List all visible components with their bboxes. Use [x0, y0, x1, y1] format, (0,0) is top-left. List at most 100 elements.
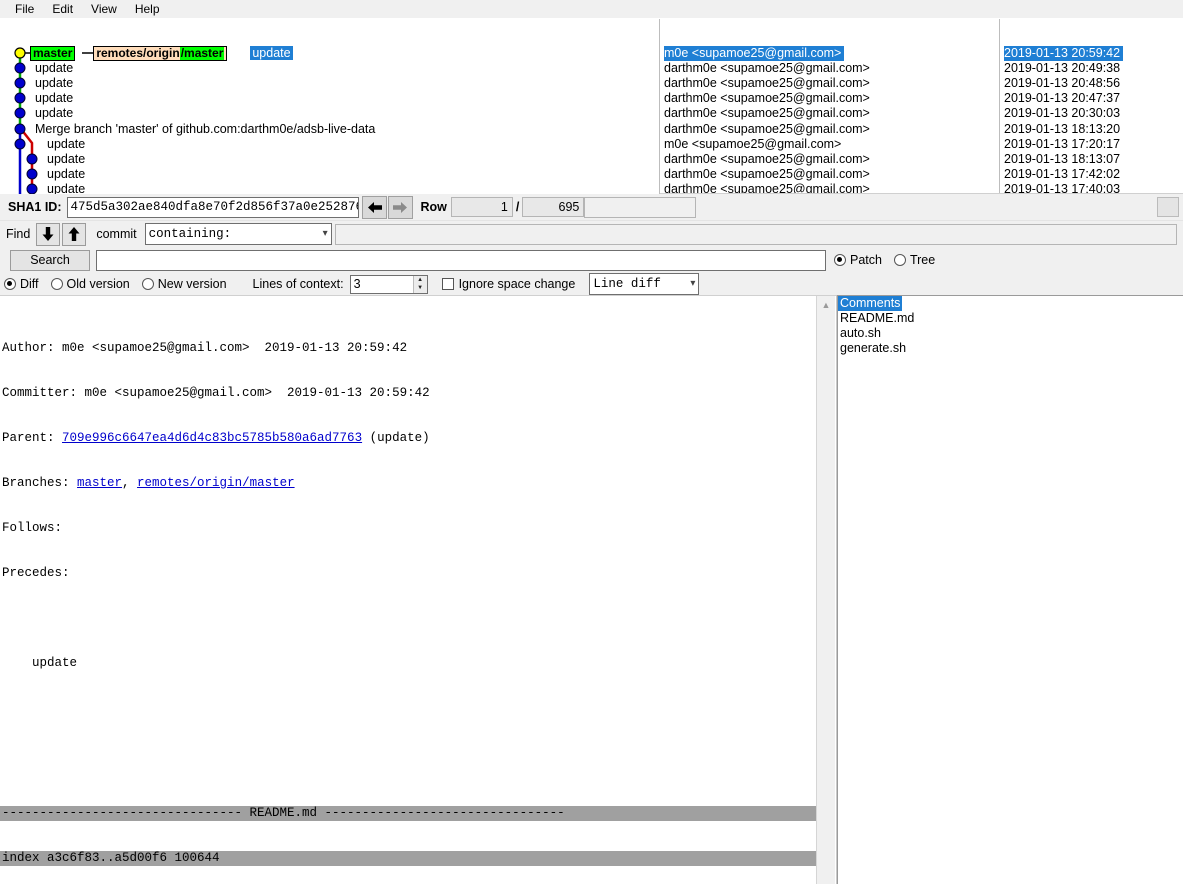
sha-extra-field[interactable] [584, 196, 697, 218]
commit-date[interactable]: 2019-01-13 20:59:42 [1004, 46, 1124, 61]
diff-options-toolbar: Diff Old version New version Lines of co… [0, 273, 1183, 295]
commit-author[interactable]: darthm0e <supamoe25@gmail.com> [664, 122, 870, 137]
find-mode-value: containing: [148, 227, 232, 241]
commit-date[interactable]: 2019-01-13 17:42:02 [1004, 167, 1120, 182]
stepper-up-icon[interactable]: ▲ [413, 275, 427, 284]
commit-author[interactable]: darthm0e <supamoe25@gmail.com> [664, 76, 870, 91]
commit-author[interactable]: darthm0e <supamoe25@gmail.com> [664, 167, 870, 182]
lines-of-context-label: Lines of context: [252, 277, 344, 291]
radio-diff[interactable]: Diff [4, 277, 39, 291]
commit-date[interactable]: 2019-01-13 17:40:03 [1004, 182, 1120, 193]
find-mode-select[interactable]: containing: ▾ [144, 223, 332, 245]
ref-remote-origin-master[interactable]: remotes/origin/master [93, 46, 228, 61]
radio-patch[interactable]: Patch [834, 253, 882, 267]
commit-author[interactable]: darthm0e <supamoe25@gmail.com> [664, 61, 870, 76]
chevron-down-icon: ▾ [690, 279, 696, 290]
commit-date[interactable]: 2019-01-13 18:13:07 [1004, 152, 1120, 167]
file-list-item-readme[interactable]: README.md [838, 311, 1183, 326]
branch-link-remote[interactable]: remotes/origin/master [137, 476, 295, 490]
commit-row-message[interactable]: update [47, 167, 85, 182]
row-current-input[interactable]: 1 [450, 197, 513, 217]
commit-row-message[interactable]: update [47, 137, 85, 152]
find-prev-button[interactable] [62, 222, 87, 246]
file-list-item-generatesh[interactable]: generate.sh [838, 341, 1183, 356]
commit-row-message[interactable]: update [47, 182, 85, 194]
forward-button[interactable] [388, 195, 414, 219]
diff-vertical-scrollbar[interactable]: ▲ [816, 296, 835, 884]
commit-date[interactable]: 2019-01-13 20:49:38 [1004, 61, 1120, 76]
menu-view[interactable]: View [82, 1, 126, 18]
menu-edit[interactable]: Edit [43, 1, 82, 18]
scroll-up-icon[interactable]: ▲ [817, 296, 836, 314]
commit-row-message[interactable]: update [35, 76, 73, 91]
radio-label-tree: Tree [909, 253, 936, 267]
find-next-button[interactable] [36, 222, 61, 246]
ignore-space-label: Ignore space change [458, 277, 576, 291]
commit-row-refs[interactable]: master remotes/origin/master update [30, 46, 293, 61]
radio-dot-old-version [50, 278, 63, 290]
commit-graph-pane[interactable]: master remotes/origin/master update upda… [0, 19, 660, 194]
row-total: 695 [522, 197, 585, 217]
find-input[interactable] [334, 223, 1177, 245]
commit-author[interactable]: darthm0e <supamoe25@gmail.com> [664, 106, 870, 121]
search-input[interactable] [96, 249, 826, 271]
lines-of-context-value[interactable]: 3 [351, 276, 413, 293]
diff-line-commit-message: update [2, 656, 78, 670]
commit-author[interactable]: m0e <supamoe25@gmail.com> [664, 137, 841, 152]
diff-mode-select[interactable]: Line diff ▾ [589, 273, 700, 295]
commit-date-pane[interactable]: 2019-01-13 20:59:42 2019-01-13 20:49:38 … [1000, 19, 1182, 193]
file-list-item-autosh[interactable]: auto.sh [838, 326, 1183, 341]
branch-link-master[interactable]: master [77, 476, 122, 490]
radio-old-version[interactable]: Old version [50, 277, 130, 291]
commit-row-message-merge[interactable]: Merge branch 'master' of github.com:dart… [35, 122, 375, 137]
menu-file[interactable]: File [6, 1, 43, 18]
radio-new-version[interactable]: New version [141, 277, 227, 291]
diff-mode-value: Line diff [593, 277, 661, 291]
arrow-left-icon [368, 201, 383, 213]
commit-list-area: master remotes/origin/master update upda… [0, 19, 1183, 194]
commit-date[interactable]: 2019-01-13 18:13:20 [1004, 122, 1120, 137]
menu-help[interactable]: Help [126, 1, 169, 18]
ignore-space-checkbox[interactable]: Ignore space change [441, 277, 576, 291]
commit-author[interactable]: darthm0e <supamoe25@gmail.com> [664, 182, 870, 193]
file-list-item-comments[interactable]: Comments [838, 296, 903, 311]
ref-head-master[interactable]: master [30, 46, 76, 61]
back-button[interactable] [362, 195, 388, 219]
stepper-buttons[interactable]: ▲ ▼ [412, 275, 427, 293]
diff-line-blank [0, 701, 816, 716]
commit-author[interactable]: m0e <supamoe25@gmail.com> [664, 46, 845, 61]
search-toolbar: Search Patch Tree [0, 247, 1183, 273]
commit-date[interactable]: 2019-01-13 20:48:56 [1004, 76, 1120, 91]
file-list-item-row[interactable]: Comments [838, 296, 1183, 311]
branches-label: Branches: [2, 476, 78, 490]
arrow-down-icon [42, 227, 54, 241]
diff-pane[interactable]: Author: m0e <supamoe25@gmail.com> 2019-0… [0, 296, 816, 884]
toolbar-end-button[interactable] [1157, 197, 1179, 217]
commit-row-message[interactable]: update [35, 91, 73, 106]
ref-remote-suffix: /master [179, 46, 225, 60]
commit-row-message[interactable]: update [47, 152, 85, 167]
commit-message-selected[interactable]: update [250, 46, 293, 60]
commit-row-message[interactable]: update [35, 106, 73, 121]
parent-sha-link[interactable]: 709e996c6647ea4d6d4c83bc5785b580a6ad7763 [62, 431, 362, 445]
sha-input[interactable]: 475d5a302ae840dfa8e70f2d856f37a0e252876b [67, 196, 360, 218]
commit-author-pane[interactable]: m0e <supamoe25@gmail.com> darthm0e <supa… [660, 19, 1000, 193]
chevron-down-icon: ▾ [322, 229, 328, 240]
file-list[interactable]: Comments README.md auto.sh generate.sh [837, 295, 1183, 884]
commit-date[interactable]: 2019-01-13 20:30:03 [1004, 106, 1120, 121]
commit-row-message[interactable]: update [35, 61, 73, 76]
diff-line-parent: Parent: 709e996c6647ea4d6d4c83bc5785b580… [0, 431, 816, 446]
radio-tree[interactable]: Tree [893, 253, 936, 267]
diff-line-precedes: Precedes: [2, 566, 78, 580]
stepper-down-icon[interactable]: ▼ [413, 284, 427, 293]
row-separator: / [515, 200, 520, 214]
commit-author[interactable]: darthm0e <supamoe25@gmail.com> [664, 152, 870, 167]
parent-suffix: (update) [362, 431, 430, 445]
commit-author[interactable]: darthm0e <supamoe25@gmail.com> [664, 91, 870, 106]
search-button[interactable]: Search [10, 249, 90, 271]
commit-date[interactable]: 2019-01-13 20:47:37 [1004, 91, 1120, 106]
commit-date[interactable]: 2019-01-13 17:20:17 [1004, 137, 1120, 152]
lines-of-context-stepper[interactable]: 3 ▲ ▼ [349, 274, 428, 294]
diff-line-blank [0, 611, 816, 626]
radio-dot-diff [4, 278, 16, 290]
